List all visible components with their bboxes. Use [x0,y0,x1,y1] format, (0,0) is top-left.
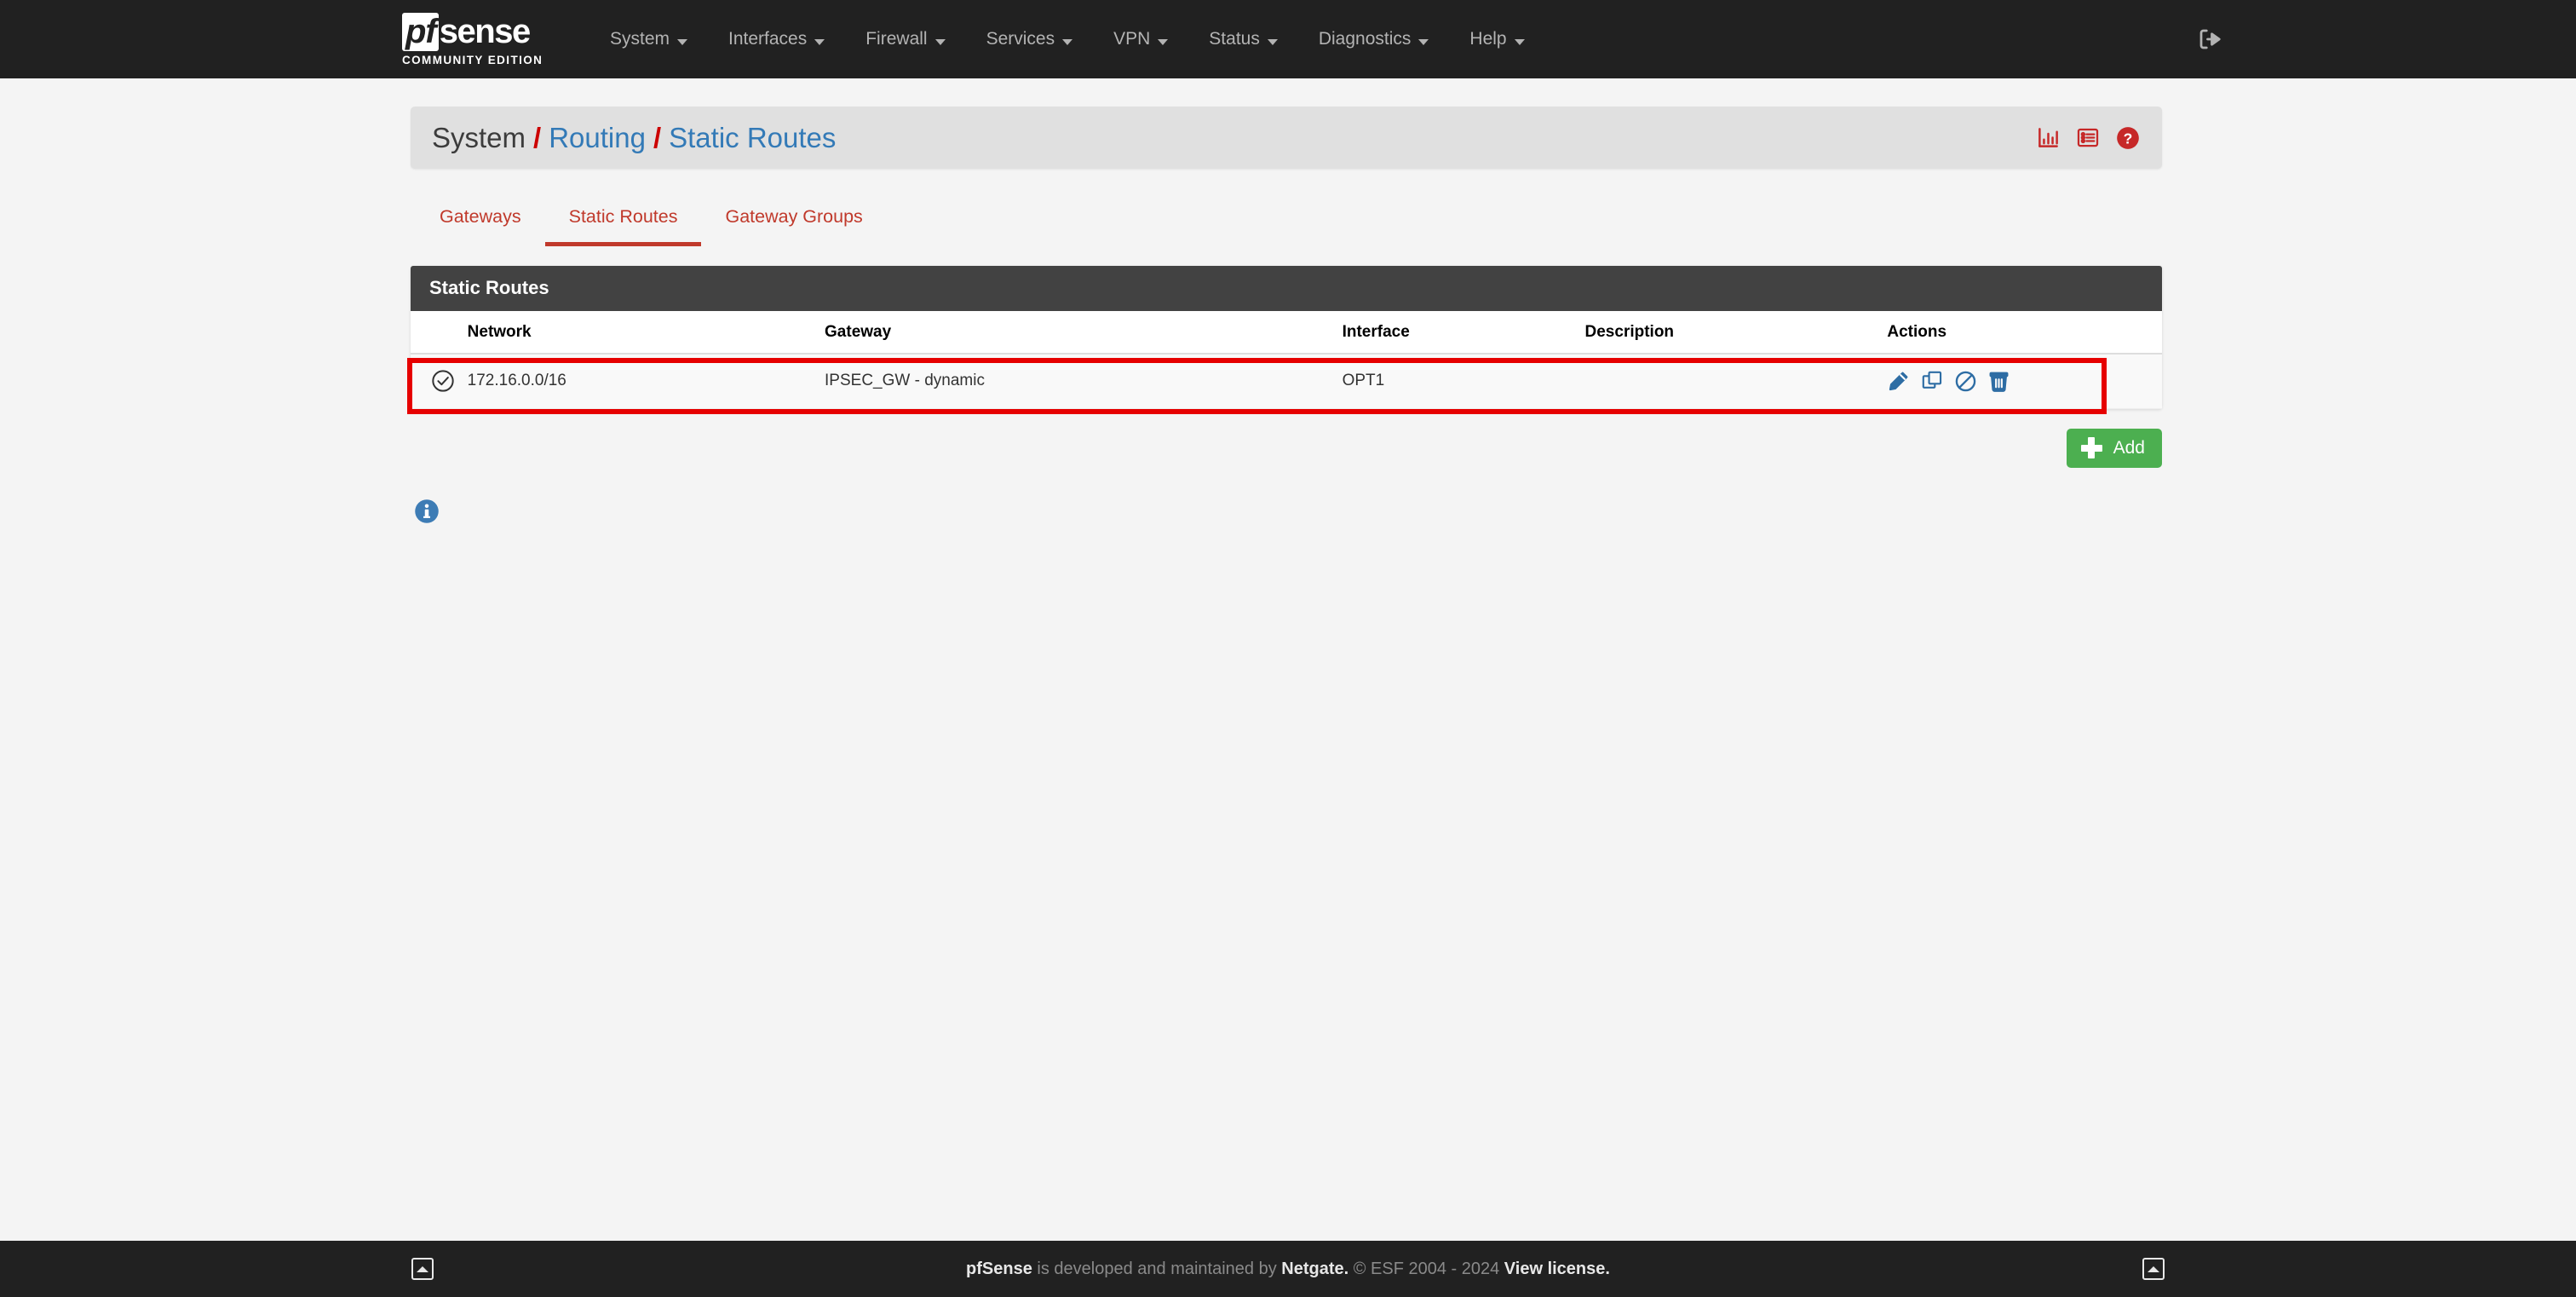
nav-label: Interfaces [728,29,807,49]
breadcrumb-separator: / [533,122,541,154]
triangle-up-icon [2148,1266,2159,1272]
column-header-actions: Actions [1887,311,2162,354]
chevron-down-icon [677,39,687,45]
nav-label: VPN [1113,29,1150,49]
help-icon[interactable]: ? [2116,126,2140,150]
nav-item-interfaces[interactable]: Interfaces [708,0,845,78]
copy-icon[interactable] [1921,372,1954,389]
table-row[interactable]: 172.16.0.0/16 IPSEC_GW - dynamic OPT1 [411,354,2162,409]
breadcrumb-separator: / [653,122,661,154]
breadcrumb-root: System [432,122,526,154]
info-row [411,499,2162,524]
chevron-down-icon [814,39,825,45]
row-network: 172.16.0.0/16 [468,354,825,409]
page-content: System / Routing / Static Routes [0,78,2576,1241]
content-container: System / Routing / Static Routes [411,78,2162,524]
nav-item-firewall[interactable]: Firewall [845,0,965,78]
breadcrumb-bar: System / Routing / Static Routes [411,107,2162,169]
row-actions [1887,354,2162,409]
row-state-icon [411,354,468,409]
list-icon[interactable] [2076,126,2100,149]
static-routes-panel: Static Routes Network Gateway Interface … [411,266,2162,409]
chevron-down-icon [1062,39,1072,45]
nav-label: System [610,29,670,49]
delete-icon[interactable] [1987,372,2016,389]
top-navbar: pf sense COMMUNITY EDITION System Interf… [0,0,2576,78]
row-description [1585,354,1888,409]
nav-item-status[interactable]: Status [1188,0,1298,78]
scroll-top-box [411,1258,434,1280]
plus-icon [2081,437,2102,458]
disable-icon[interactable] [1954,372,1987,389]
edit-icon[interactable] [1887,372,1920,389]
logo-subtitle: COMMUNITY EDITION [402,54,543,66]
nav-item-help[interactable]: Help [1449,0,1544,78]
footer-mid: is developed and maintained by [1032,1260,1281,1278]
breadcrumb-routing[interactable]: Routing [549,122,646,154]
row-gateway: IPSEC_GW - dynamic [825,354,1343,409]
scroll-top-icon-right[interactable] [2142,1258,2165,1280]
nav-item-system[interactable]: System [589,0,708,78]
nav-item-vpn[interactable]: VPN [1093,0,1188,78]
scroll-top-icon-left[interactable] [411,1258,434,1280]
nav-label: Services [986,29,1055,49]
footer-license-link[interactable]: View license. [1504,1260,1610,1278]
add-button[interactable]: Add [2067,429,2162,468]
logo-sense-text: sense [440,14,530,49]
breadcrumb-static-routes[interactable]: Static Routes [669,122,836,154]
svg-text:?: ? [2124,130,2133,147]
column-header-description: Description [1585,311,1888,354]
nav-label: Diagnostics [1319,29,1412,49]
breadcrumb-actions: ? [2037,126,2140,150]
tab-label: Static Routes [569,206,678,227]
add-button-label: Add [2113,438,2145,458]
column-header-network: Network [468,311,825,354]
footer-product: pfSense [966,1260,1032,1278]
scroll-top-box [2142,1258,2165,1280]
tab-label: Gateway Groups [725,206,862,227]
tab-label: Gateways [440,206,521,227]
footer-text: pfSense is developed and maintained by N… [966,1260,1610,1279]
tab-static-routes[interactable]: Static Routes [545,206,702,246]
table-header: Network Gateway Interface Description Ac… [411,311,2162,354]
footer-copyright: © ESF 2004 - 2024 [1348,1260,1504,1278]
table-body: 172.16.0.0/16 IPSEC_GW - dynamic OPT1 [411,354,2162,409]
tab-gateways[interactable]: Gateways [416,206,545,246]
nav-item-diagnostics[interactable]: Diagnostics [1298,0,1450,78]
page-footer: pfSense is developed and maintained by N… [0,1241,2576,1297]
column-header-state [411,311,468,354]
chevron-down-icon [1268,39,1278,45]
tab-gateway-groups[interactable]: Gateway Groups [701,206,886,246]
row-interface: OPT1 [1343,354,1585,409]
chevron-down-icon [1515,39,1525,45]
pfsense-logo[interactable]: pf sense COMMUNITY EDITION [402,13,564,66]
triangle-up-icon [417,1266,428,1272]
footer-company[interactable]: Netgate. [1281,1260,1348,1278]
sign-out-icon[interactable] [2197,26,2222,52]
chevron-down-icon [935,39,946,45]
tab-bar: Gateways Static Routes Gateway Groups [411,193,2162,246]
panel-title: Static Routes [411,266,2162,311]
column-header-interface: Interface [1343,311,1585,354]
info-circle-icon[interactable] [414,499,2162,524]
nav-label: Status [1209,29,1260,49]
logo-mark: pf sense [402,13,530,51]
table-header-row: Network Gateway Interface Description Ac… [411,311,2162,354]
logo-pf-text: pf [402,13,439,51]
static-routes-table: Network Gateway Interface Description Ac… [411,311,2162,409]
nav-label: Firewall [865,29,927,49]
nav-item-services[interactable]: Services [966,0,1094,78]
breadcrumb: System / Routing / Static Routes [432,122,836,154]
chevron-down-icon [1158,39,1168,45]
chevron-down-icon [1418,39,1429,45]
nav-label: Help [1469,29,1506,49]
navbar-menu: System Interfaces Firewall Services VPN … [589,0,1545,78]
column-header-gateway: Gateway [825,311,1343,354]
add-button-row: Add [411,429,2162,468]
chart-icon[interactable] [2037,126,2060,149]
